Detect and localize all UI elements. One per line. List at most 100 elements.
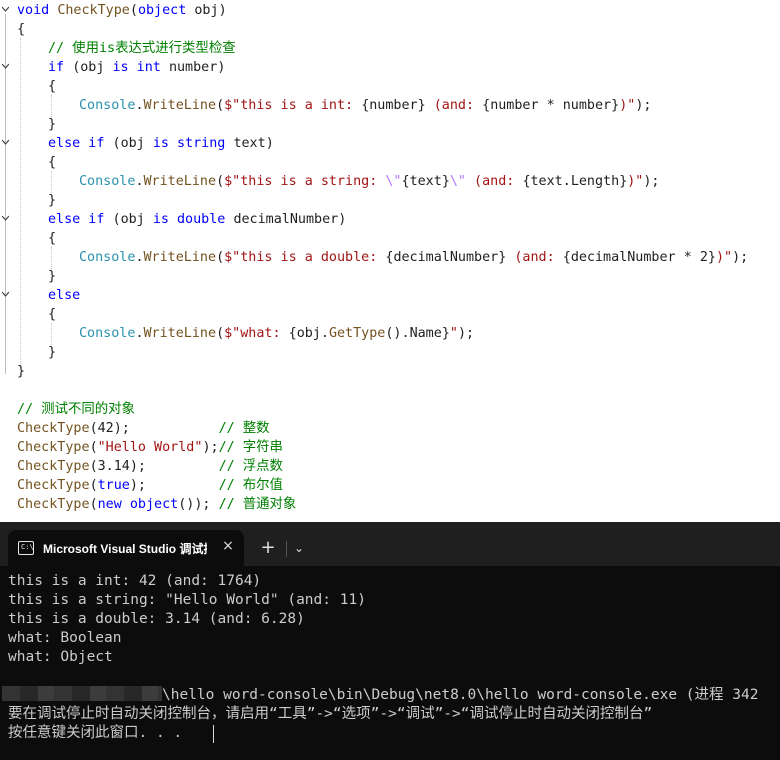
tab-debug-console[interactable]: C:\ Microsoft Visual Studio 调试控制台 ×	[8, 530, 244, 566]
code-token: CheckType	[17, 440, 90, 455]
redacted-path	[2, 686, 162, 701]
code-line: }	[48, 267, 56, 286]
code-token: (	[129, 3, 138, 18]
code-token: }	[48, 269, 57, 284]
code-token: obj	[194, 3, 219, 18]
code-token: }	[17, 364, 26, 379]
code-token: object	[137, 3, 195, 18]
code-token: *	[683, 250, 700, 265]
code-token: {	[17, 22, 26, 37]
collapse-icon[interactable]	[2, 6, 9, 13]
code-token: text	[233, 136, 266, 151]
code-token: Console	[79, 326, 136, 341]
code-token: number	[369, 98, 418, 113]
code-token: (	[89, 421, 98, 436]
code-token: }	[48, 193, 57, 208]
code-token: $"this is a string:	[224, 174, 386, 189]
console-output-line: this is a string: "Hello World" (and: 11…	[8, 592, 366, 608]
code-line: CheckType(42); // 整数	[17, 419, 270, 438]
code-token: WriteLine	[143, 250, 217, 265]
code-token: *	[546, 98, 563, 113]
console-output-line: this is a double: 3.14 (and: 6.28)	[8, 611, 305, 627]
code-token: ());	[178, 497, 219, 512]
code-line: void CheckType(object obj)	[17, 1, 227, 20]
code-token: else	[48, 288, 81, 303]
tab-bar: C:\ Microsoft Visual Studio 调试控制台 × + ⌄	[0, 522, 780, 566]
code-line: Console.WriteLine($"this is a int: {numb…	[79, 96, 651, 115]
code-token: )	[217, 60, 226, 75]
code-token: // 字符串	[218, 440, 283, 455]
divider	[286, 541, 287, 557]
code-token: if	[48, 60, 73, 75]
code-token: // 布尔值	[218, 478, 283, 493]
code-line: {	[48, 77, 56, 96]
console-press-key-line: 按任意键关闭此窗口. . .	[8, 725, 183, 741]
code-token: {	[482, 98, 491, 113]
code-token: (and:	[466, 174, 523, 189]
code-token: (	[112, 212, 121, 227]
debug-console-window[interactable]: C:\ Microsoft Visual Studio 调试控制台 × + ⌄ …	[0, 522, 780, 760]
code-token: else if	[48, 212, 113, 227]
code-line: {	[48, 229, 56, 248]
code-token: );	[732, 250, 749, 265]
code-line: CheckType("Hello World");// 字符串	[17, 438, 283, 457]
code-token: }	[441, 326, 450, 341]
code-token: Console	[79, 174, 136, 189]
code-token: number	[168, 60, 218, 75]
code-line: {	[17, 20, 25, 39]
code-token: {	[48, 79, 57, 94]
code-token: {	[48, 231, 57, 246]
code-token: decimalNumber	[570, 250, 684, 265]
code-token: text	[409, 174, 442, 189]
code-line: Console.WriteLine($"this is a string: \"…	[79, 172, 660, 191]
collapse-icon[interactable]	[2, 291, 9, 298]
code-token: $"this is a double:	[224, 250, 386, 265]
code-line: // 使用is表达式进行类型检查	[48, 39, 236, 58]
code-editor[interactable]: void CheckType(object obj){// 使用is表达式进行类…	[0, 0, 780, 522]
text-cursor	[213, 725, 214, 743]
code-token: (	[112, 136, 121, 151]
collapse-icon[interactable]	[2, 215, 9, 222]
code-token: CheckType	[17, 459, 90, 474]
code-token: }	[48, 345, 57, 360]
code-token: (and:	[506, 250, 563, 265]
collapse-icon[interactable]	[2, 139, 9, 146]
code-line: CheckType(true); // 布尔值	[17, 476, 283, 495]
code-token: (	[89, 459, 98, 474]
code-token: WriteLine	[143, 326, 217, 341]
code-token: // 浮点数	[218, 459, 283, 474]
code-line: }	[48, 343, 56, 362]
new-tab-button[interactable]: +	[258, 538, 278, 558]
code-token: {	[288, 326, 297, 341]
collapse-icon[interactable]	[2, 63, 9, 70]
code-token: );	[635, 98, 652, 113]
close-icon[interactable]: ×	[220, 538, 236, 554]
code-token: }	[707, 250, 716, 265]
code-line: {	[48, 153, 56, 172]
code-token: (	[216, 98, 225, 113]
code-line: {	[48, 305, 56, 324]
code-token: {	[562, 250, 571, 265]
code-token: );	[113, 421, 219, 436]
code-token: decimalNumber	[233, 212, 339, 227]
code-token: (	[89, 497, 98, 512]
code-token: 42	[97, 421, 114, 436]
code-token: is double	[152, 212, 234, 227]
console-output-line: what: Object	[8, 649, 113, 665]
code-token: CheckType	[17, 497, 90, 512]
code-line: else if (obj is string text)	[48, 134, 274, 153]
terminal-icon: C:\	[18, 541, 34, 555]
tab-title: Microsoft Visual Studio 调试控制台	[43, 542, 207, 556]
code-line: }	[17, 362, 25, 381]
code-token: Console	[79, 250, 136, 265]
code-token: CheckType	[17, 478, 90, 493]
code-token: \"	[449, 174, 466, 189]
code-token: text	[530, 174, 563, 189]
code-token: }	[441, 174, 450, 189]
code-line: Console.WriteLine($"this is a double: {d…	[79, 248, 748, 267]
code-token: (	[216, 250, 225, 265]
chevron-down-icon[interactable]: ⌄	[290, 538, 308, 558]
code-token: .	[135, 174, 144, 189]
code-token: WriteLine	[143, 174, 217, 189]
code-token: CheckType	[17, 421, 90, 436]
